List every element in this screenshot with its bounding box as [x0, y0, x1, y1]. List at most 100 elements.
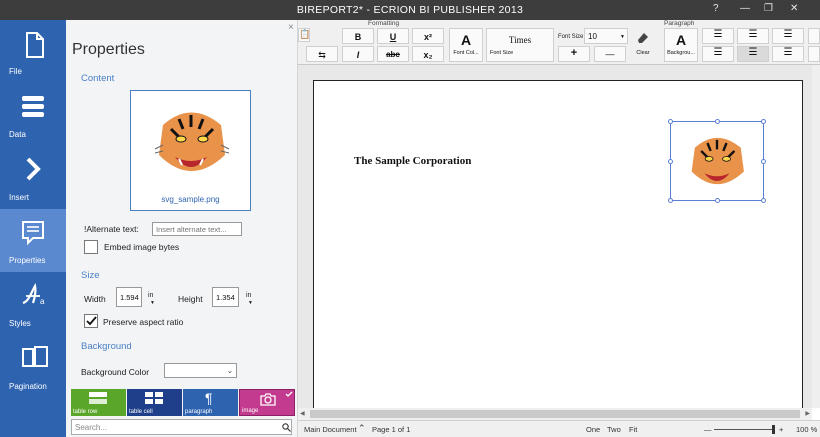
tile-table-row[interactable]: table row [71, 389, 126, 416]
bold-button[interactable]: B [342, 28, 374, 44]
paste-button[interactable]: 📋 [298, 28, 310, 42]
image-preview[interactable]: svg_sample.png [130, 90, 251, 211]
italic-button[interactable]: I [342, 46, 374, 62]
nav-insert[interactable]: Insert [0, 146, 66, 209]
nav-styles-label: Styles [9, 319, 31, 328]
title-bar: BIREPORT2* - ECRION BI PUBLISHER 2013 ? … [0, 0, 820, 20]
document-page[interactable]: The Sample Corporation [313, 80, 803, 420]
resize-handle[interactable] [715, 119, 720, 124]
table-row-icon [89, 392, 107, 404]
resize-handle[interactable] [668, 119, 673, 124]
file-icon [26, 32, 44, 58]
format-painter-button[interactable]: ⇆ [306, 46, 338, 62]
scroll-left-icon[interactable]: ◀ [300, 410, 305, 417]
nav-properties[interactable]: Properties [0, 209, 66, 272]
panel-close-button[interactable]: × [288, 22, 294, 33]
nav-styles[interactable]: a Styles [0, 272, 66, 335]
nav-pagination[interactable]: Pagination [0, 335, 66, 398]
restore-button[interactable]: ❐ [764, 3, 773, 14]
view-two-button[interactable]: Two [607, 425, 621, 434]
view-one-button[interactable]: One [586, 425, 600, 434]
zoom-in-button[interactable]: + [779, 425, 783, 434]
document-heading[interactable]: The Sample Corporation [354, 155, 471, 167]
horizontal-scroll-thumb[interactable] [310, 410, 800, 418]
zoom-slider-thumb[interactable] [772, 425, 775, 434]
resize-handle[interactable] [715, 198, 720, 203]
data-icon [22, 96, 44, 117]
selected-check-icon [285, 391, 293, 397]
view-fit-button[interactable]: Fit [629, 425, 637, 434]
search-icon[interactable] [282, 423, 291, 432]
nav-properties-label: Properties [9, 256, 46, 265]
resize-handle[interactable] [668, 159, 673, 164]
selected-image[interactable] [668, 119, 766, 203]
nav-data[interactable]: Data [0, 83, 66, 146]
height-label: Height [178, 294, 203, 304]
tile-paragraph-label: paragraph [185, 409, 213, 415]
subscript-button[interactable]: x₂ [412, 46, 444, 62]
styles-icon: a [22, 283, 45, 305]
shrink-font-button[interactable]: — [594, 46, 626, 62]
grow-font-button[interactable]: + [558, 46, 590, 62]
background-color-button[interactable]: A Backgrou... [664, 28, 698, 62]
ribbon-more-button-2[interactable] [808, 46, 820, 62]
tile-paragraph[interactable]: ¶ paragraph [183, 389, 238, 416]
font-size-select[interactable]: 10 ▼ [584, 28, 628, 44]
height-input[interactable]: 1.354 [212, 287, 239, 307]
justify-button[interactable]: ☰ [702, 46, 734, 62]
tile-table-cell[interactable]: table cell [127, 389, 182, 416]
align-center-button[interactable]: ☰ [737, 28, 769, 44]
align-left-button[interactable]: ☰ [702, 28, 734, 44]
font-size-label: Font Size [558, 34, 584, 40]
nav-file[interactable]: File [0, 20, 66, 83]
pagination-icon [22, 346, 48, 367]
align-right-icon: ☰ [783, 29, 793, 40]
strikethrough-button[interactable]: abc [377, 46, 409, 62]
width-unit-dropdown-icon[interactable]: ▼ [150, 300, 155, 306]
tile-image[interactable]: image [239, 389, 295, 416]
properties-icon [22, 221, 44, 246]
preserve-aspect-checkbox[interactable] [84, 314, 98, 328]
zoom-out-button[interactable]: — [704, 425, 712, 434]
horizontal-scrollbar[interactable]: ◀ ▶ [298, 408, 812, 420]
distribute-button[interactable]: ☰ [772, 46, 804, 62]
superscript-button[interactable]: x² [412, 28, 444, 44]
alt-text-label: !Alternate text: [84, 224, 139, 234]
chevron-up-icon[interactable]: ⌃ [358, 423, 366, 434]
align-right-button[interactable]: ☰ [772, 28, 804, 44]
ribbon-more-button[interactable] [808, 28, 820, 44]
nav-insert-label: Insert [9, 193, 30, 202]
tile-image-label: image [242, 408, 259, 414]
page-indicator: Page 1 of 1 [372, 425, 411, 434]
background-heading: Background [81, 341, 132, 352]
height-unit-dropdown-icon[interactable]: ▼ [248, 300, 253, 306]
scroll-right-icon[interactable]: ▶ [805, 410, 810, 417]
embed-image-checkbox[interactable] [84, 240, 98, 254]
align-middle-button[interactable]: ☰ [737, 46, 769, 62]
font-name-select[interactable]: Times Font Size [486, 28, 554, 62]
zoom-slider[interactable] [714, 429, 774, 430]
close-button[interactable]: ✕ [790, 3, 798, 14]
preserve-aspect-label: Preserve aspect ratio [103, 317, 184, 327]
width-input[interactable]: 1.594 [116, 287, 142, 307]
help-button[interactable]: ? [713, 3, 719, 14]
resize-handle[interactable] [761, 198, 766, 203]
resize-handle[interactable] [668, 198, 673, 203]
search-input[interactable]: Search... [71, 419, 292, 435]
resize-handle[interactable] [761, 159, 766, 164]
zoom-level: 100 % [796, 425, 818, 434]
justify-icon: ☰ [713, 47, 723, 58]
alt-text-input[interactable] [152, 222, 242, 236]
background-color-select[interactable]: ⌄ [164, 363, 237, 378]
minimize-button[interactable]: — [740, 3, 750, 14]
main-document-label[interactable]: Main Document [304, 425, 357, 434]
tiger-image-thumbnail [691, 137, 744, 185]
status-bar: Main Document ⌃ Page 1 of 1 One Two Fit … [298, 420, 820, 437]
resize-handle[interactable] [761, 119, 766, 124]
underline-button[interactable]: U [377, 28, 409, 44]
font-color-button[interactable]: A Font Col... [449, 28, 483, 62]
paragraph-group-label: Paragraph [664, 20, 695, 27]
vertical-scrollbar[interactable] [812, 65, 820, 408]
clear-format-button[interactable]: Clear [630, 28, 656, 62]
background-color-button-label: Backgrou... [667, 50, 695, 56]
